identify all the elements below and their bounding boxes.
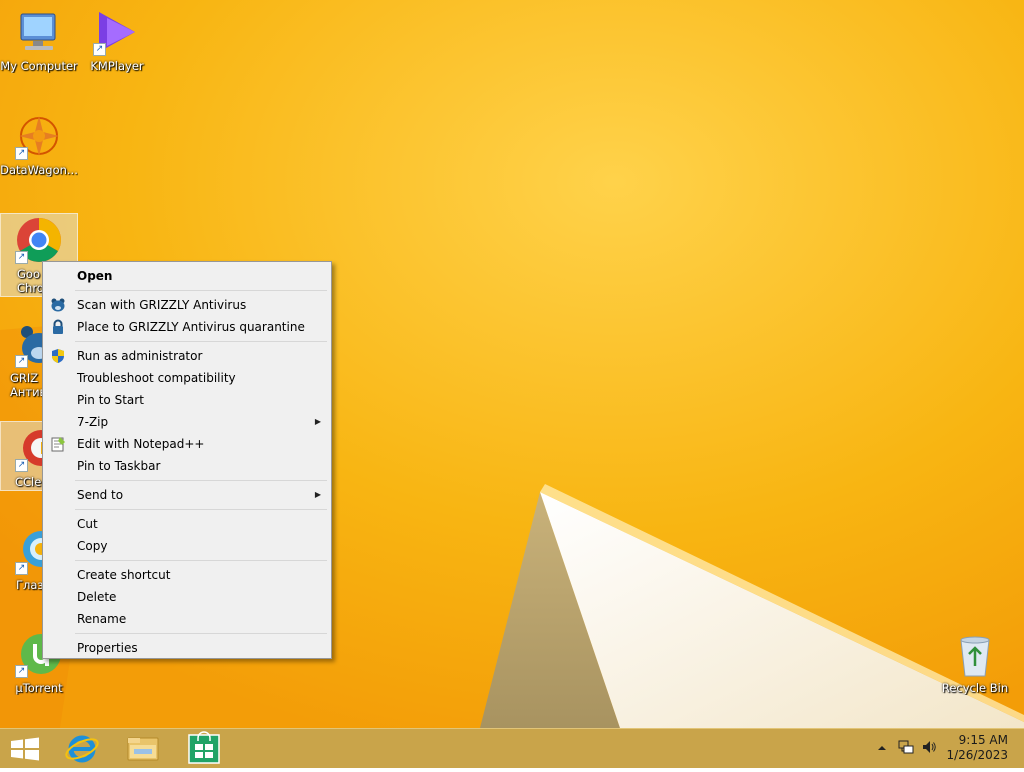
computer-icon [15,8,63,56]
menu-item-label: Properties [77,641,138,655]
lock-icon [50,319,66,335]
notepadpp-icon [50,436,66,452]
datawagon-icon: ↗ [15,112,63,160]
clock-date: 1/26/2023 [946,748,1008,762]
desktop-icon-label: KMPlayer [90,59,144,73]
menu-item-label: Scan with GRIZZLY Antivirus [77,298,247,312]
store-bag-icon [188,731,220,764]
clock-time: 9:15 AM [958,733,1008,747]
menu-item-label: Pin to Taskbar [77,459,161,473]
menu-item-label: Create shortcut [77,568,171,582]
desktop-icon-recycle-bin[interactable]: Recycle Bin [936,630,1014,695]
submenu-arrow-icon: ▶ [314,417,321,426]
network-icon[interactable] [898,739,914,755]
desktop-icon-label: DataWagon... [0,163,78,177]
grizzly-bear-icon [50,297,66,313]
internet-explorer-icon [65,735,99,763]
kmplayer-icon: ↗ [93,8,141,56]
desktop-icon-my-computer[interactable]: My Computer [0,8,78,73]
menu-item-open[interactable]: Open [45,265,329,287]
start-button[interactable] [0,729,54,769]
menu-item-label: Rename [77,612,127,626]
context-menu: Open Scan with GRIZZLY Antivirus Place t… [42,261,332,659]
menu-item-send-to[interactable]: Send to ▶ [45,484,329,506]
menu-item-label: Send to [77,488,124,502]
menu-item-label: Run as administrator [77,349,203,363]
menu-item-rename[interactable]: Rename [45,608,329,630]
menu-item-copy[interactable]: Copy [45,535,329,557]
menu-item-label: 7-Zip [77,415,109,429]
shortcut-arrow-icon: ↗ [15,147,28,160]
menu-item-run-as-admin[interactable]: Run as administrator [45,345,329,367]
taskbar-internet-explorer[interactable] [56,729,110,769]
shortcut-arrow-icon: ↗ [15,665,28,678]
shortcut-arrow-icon: ↗ [15,355,28,368]
menu-item-properties[interactable]: Properties [45,637,329,659]
menu-item-label: Edit with Notepad++ [77,437,205,451]
menu-separator [75,290,327,291]
shortcut-arrow-icon: ↗ [15,459,28,472]
recycle-bin-icon [951,630,999,678]
desktop-icon-label: µTorrent [15,681,63,695]
desktop-icon-datawagon[interactable]: ↗ DataWagon... [0,112,78,177]
menu-separator [75,633,327,634]
menu-item-pin-to-start[interactable]: Pin to Start [45,389,329,411]
menu-separator [75,341,327,342]
taskbar-file-explorer[interactable] [116,729,170,769]
shortcut-arrow-icon: ↗ [15,251,28,264]
show-hidden-icons-chevron-icon[interactable] [874,739,890,755]
desktop-icon-label: Recycle Bin [941,681,1009,695]
taskbar-windows-store[interactable] [176,729,230,769]
desktop-icon-label: My Computer [0,59,78,73]
menu-separator [75,480,327,481]
taskbar-clock[interactable]: 9:15 AM 1/26/2023 [946,733,1008,763]
taskbar: 9:15 AM 1/26/2023 [0,728,1024,768]
desktop-icon-kmplayer[interactable]: ↗ KMPlayer [78,8,156,73]
shortcut-arrow-icon: ↗ [15,562,28,575]
menu-item-pin-to-taskbar[interactable]: Pin to Taskbar [45,455,329,477]
menu-item-label: Troubleshoot compatibility [77,371,236,385]
submenu-arrow-icon: ▶ [314,490,321,499]
volume-icon[interactable] [921,739,937,755]
menu-item-label: Place to GRIZZLY Antivirus quarantine [77,320,305,334]
chrome-icon: ↗ [15,216,63,264]
menu-item-label: Copy [77,539,108,553]
menu-separator [75,560,327,561]
menu-item-create-shortcut[interactable]: Create shortcut [45,564,329,586]
menu-item-delete[interactable]: Delete [45,586,329,608]
menu-separator [75,509,327,510]
desktop[interactable]: My Computer ↗ KMPlayer ↗ DataWagon... ↗ … [0,0,1024,728]
menu-item-scan-grizzly[interactable]: Scan with GRIZZLY Antivirus [45,294,329,316]
menu-item-label: Cut [77,517,98,531]
uac-shield-icon [50,348,66,364]
menu-item-label: Pin to Start [77,393,144,407]
folder-icon [127,737,159,761]
menu-item-edit-notepadpp[interactable]: Edit with Notepad++ [45,433,329,455]
menu-item-7zip[interactable]: 7-Zip ▶ [45,411,329,433]
menu-item-label: Delete [77,590,117,604]
shortcut-arrow-icon: ↗ [93,43,106,56]
menu-item-quarantine-grizzly[interactable]: Place to GRIZZLY Antivirus quarantine [45,316,329,338]
menu-item-label: Open [77,269,113,283]
menu-item-troubleshoot[interactable]: Troubleshoot compatibility [45,367,329,389]
windows-logo-icon [11,737,39,761]
menu-item-cut[interactable]: Cut [45,513,329,535]
